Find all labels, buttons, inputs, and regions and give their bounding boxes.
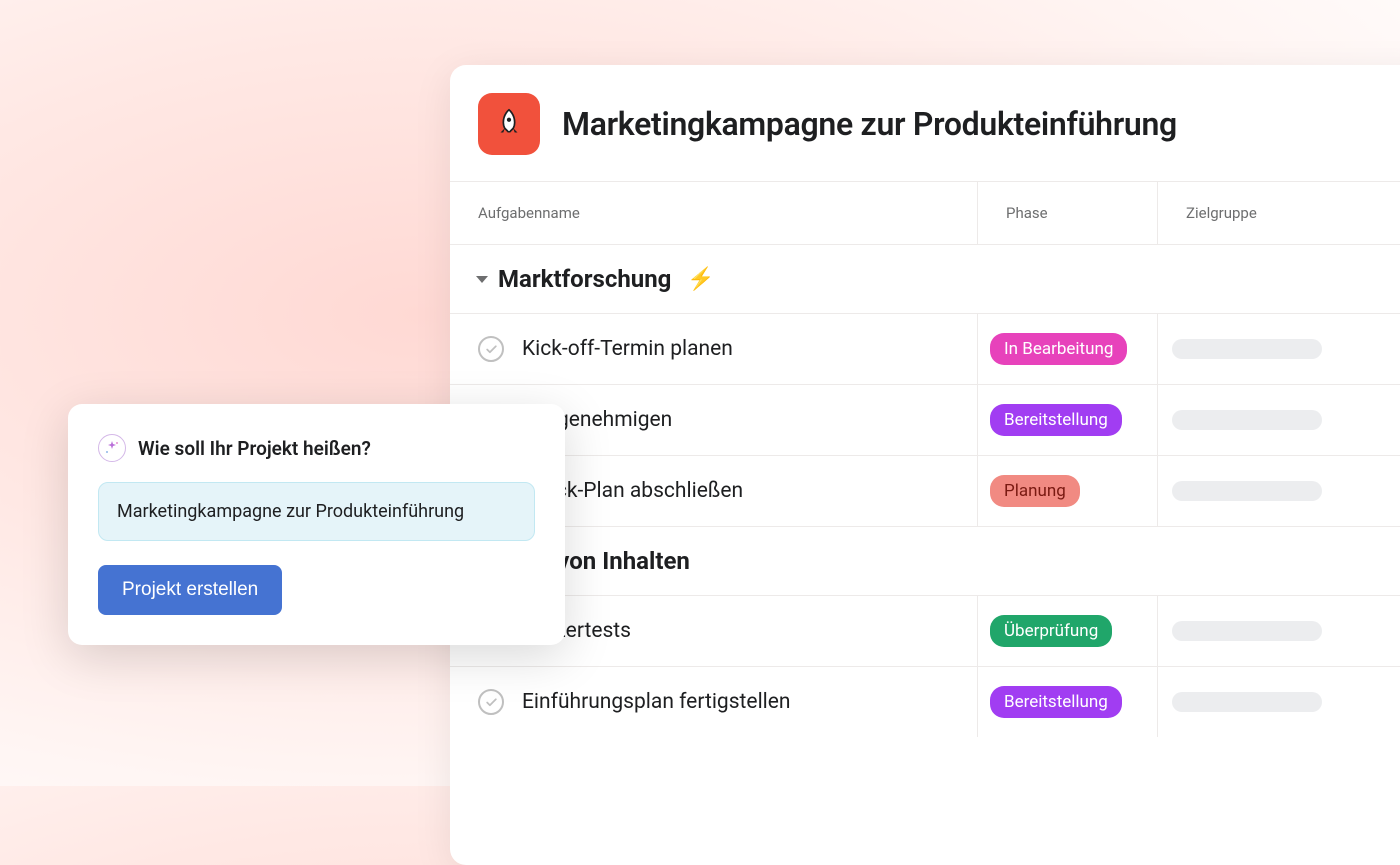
placeholder-bar [1172, 481, 1322, 501]
dialog-heading: Wie soll Ihr Projekt heißen? [138, 437, 371, 460]
section-header[interactable]: llung von Inhalten [450, 527, 1400, 595]
phase-cell: In Bearbeitung [978, 314, 1158, 384]
task-name: Kick-off-Termin planen [522, 337, 733, 361]
status-pill[interactable]: Bereitstellung [990, 686, 1122, 718]
phase-cell: Bereitstellung [978, 385, 1158, 455]
status-pill[interactable]: Bereitstellung [990, 404, 1122, 436]
project-header: Marketingkampagne zur Produkteinführung [450, 65, 1400, 181]
check-circle-icon[interactable] [478, 689, 504, 715]
task-name: Einführungsplan fertigstellen [522, 690, 791, 714]
column-header-phase[interactable]: Phase [978, 182, 1158, 244]
column-header-task[interactable]: Aufgabenname [450, 182, 978, 244]
bolt-icon: ⚡ [687, 267, 714, 292]
task-name-cell: Kick-off-Termin planen [450, 314, 978, 384]
task-row[interactable]: Einführungsplan fertigstellen Bereitstel… [450, 666, 1400, 737]
status-pill[interactable]: Überprüfung [990, 615, 1112, 647]
caret-down-icon [476, 276, 488, 283]
task-row[interactable]: kback-Plan abschließen Planung [450, 455, 1400, 526]
target-cell [1158, 314, 1400, 384]
target-cell [1158, 667, 1400, 737]
task-row[interactable]: Nutzertests Überprüfung [450, 595, 1400, 666]
section-title: Marktforschung [498, 265, 671, 293]
task-name-cell: Einführungsplan fertigstellen [450, 667, 978, 737]
task-row[interactable]: Kick-off-Termin planen In Bearbeitung [450, 313, 1400, 384]
rocket-icon [478, 93, 540, 155]
placeholder-bar [1172, 692, 1322, 712]
project-name-input[interactable] [98, 482, 535, 541]
phase-cell: Bereitstellung [978, 667, 1158, 737]
status-pill[interactable]: Planung [990, 475, 1080, 507]
placeholder-bar [1172, 339, 1322, 359]
phase-cell: Planung [978, 456, 1158, 526]
project-panel: Marketingkampagne zur Produkteinführung … [450, 65, 1400, 865]
section-header[interactable]: Marktforschung ⚡ [450, 245, 1400, 313]
placeholder-bar [1172, 621, 1322, 641]
columns-header: Aufgabenname Phase Zielgruppe [450, 181, 1400, 245]
project-title: Marketingkampagne zur Produkteinführung [562, 105, 1177, 143]
create-project-button[interactable]: Projekt erstellen [98, 565, 282, 615]
check-circle-icon[interactable] [478, 336, 504, 362]
target-cell [1158, 596, 1400, 666]
phase-cell: Überprüfung [978, 596, 1158, 666]
placeholder-bar [1172, 410, 1322, 430]
status-pill[interactable]: In Bearbeitung [990, 333, 1127, 365]
column-header-target[interactable]: Zielgruppe [1158, 182, 1400, 244]
sparkle-icon [98, 434, 126, 462]
task-row[interactable]: get genehmigen Bereitstellung [450, 384, 1400, 455]
target-cell [1158, 456, 1400, 526]
target-cell [1158, 385, 1400, 455]
create-project-dialog: Wie soll Ihr Projekt heißen? Projekt ers… [68, 404, 565, 645]
dialog-heading-row: Wie soll Ihr Projekt heißen? [98, 434, 535, 462]
